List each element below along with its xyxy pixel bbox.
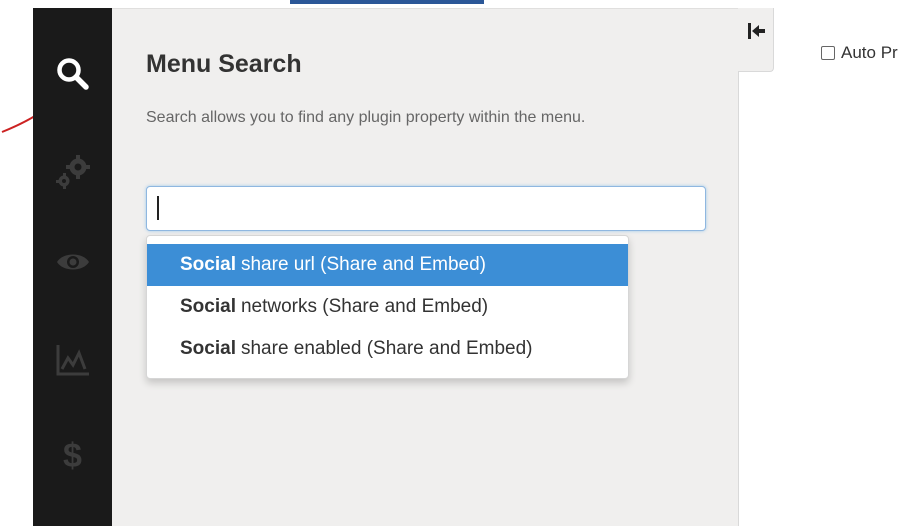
left-sidebar: $ [33,8,112,526]
panel-title: Menu Search [146,50,302,78]
collapse-left-icon [747,23,765,39]
sidebar-item-settings[interactable] [33,142,112,202]
suggestion-dropdown: Social share url (Share and Embed) Socia… [146,235,629,379]
dollar-icon: $ [63,437,82,475]
panel-description: Search allows you to find any plugin pro… [146,109,586,126]
auto-checkbox[interactable] [821,46,835,60]
suggestion-text: share enabled (Share and Embed) [240,338,533,359]
panel-divider [738,72,739,526]
active-tab-indicator [290,0,484,4]
suggestion-item[interactable]: Social share enabled (Share and Embed) [147,328,628,370]
menu-search-panel: Menu Search Search allows you to find an… [112,8,738,526]
gears-icon [55,155,90,189]
sidebar-item-monetization[interactable]: $ [33,426,112,486]
menu-search-input[interactable] [146,186,706,231]
chart-icon [56,345,89,376]
auto-option-label: Auto Pr [841,43,898,62]
suggestion-item[interactable]: Social share url (Share and Embed) [147,244,628,286]
sidebar-item-analytics[interactable] [33,330,112,390]
suggestion-match: Social [180,338,236,359]
collapse-panel-button[interactable] [738,8,774,72]
auto-option[interactable]: Auto Pr [821,42,898,64]
app-window: $ Menu Search Search allows you to find … [0,0,924,526]
search-icon [56,58,89,90]
suggestion-text: share url (Share and Embed) [240,254,486,275]
suggestion-text: networks (Share and Embed) [240,296,489,317]
sidebar-item-preview[interactable] [33,232,112,292]
suggestion-match: Social [180,296,236,317]
sidebar-item-search[interactable] [33,44,112,104]
suggestion-item[interactable]: Social networks (Share and Embed) [147,286,628,328]
text-caret [157,196,159,220]
eye-icon [56,254,89,270]
suggestion-match: Social [180,254,236,275]
